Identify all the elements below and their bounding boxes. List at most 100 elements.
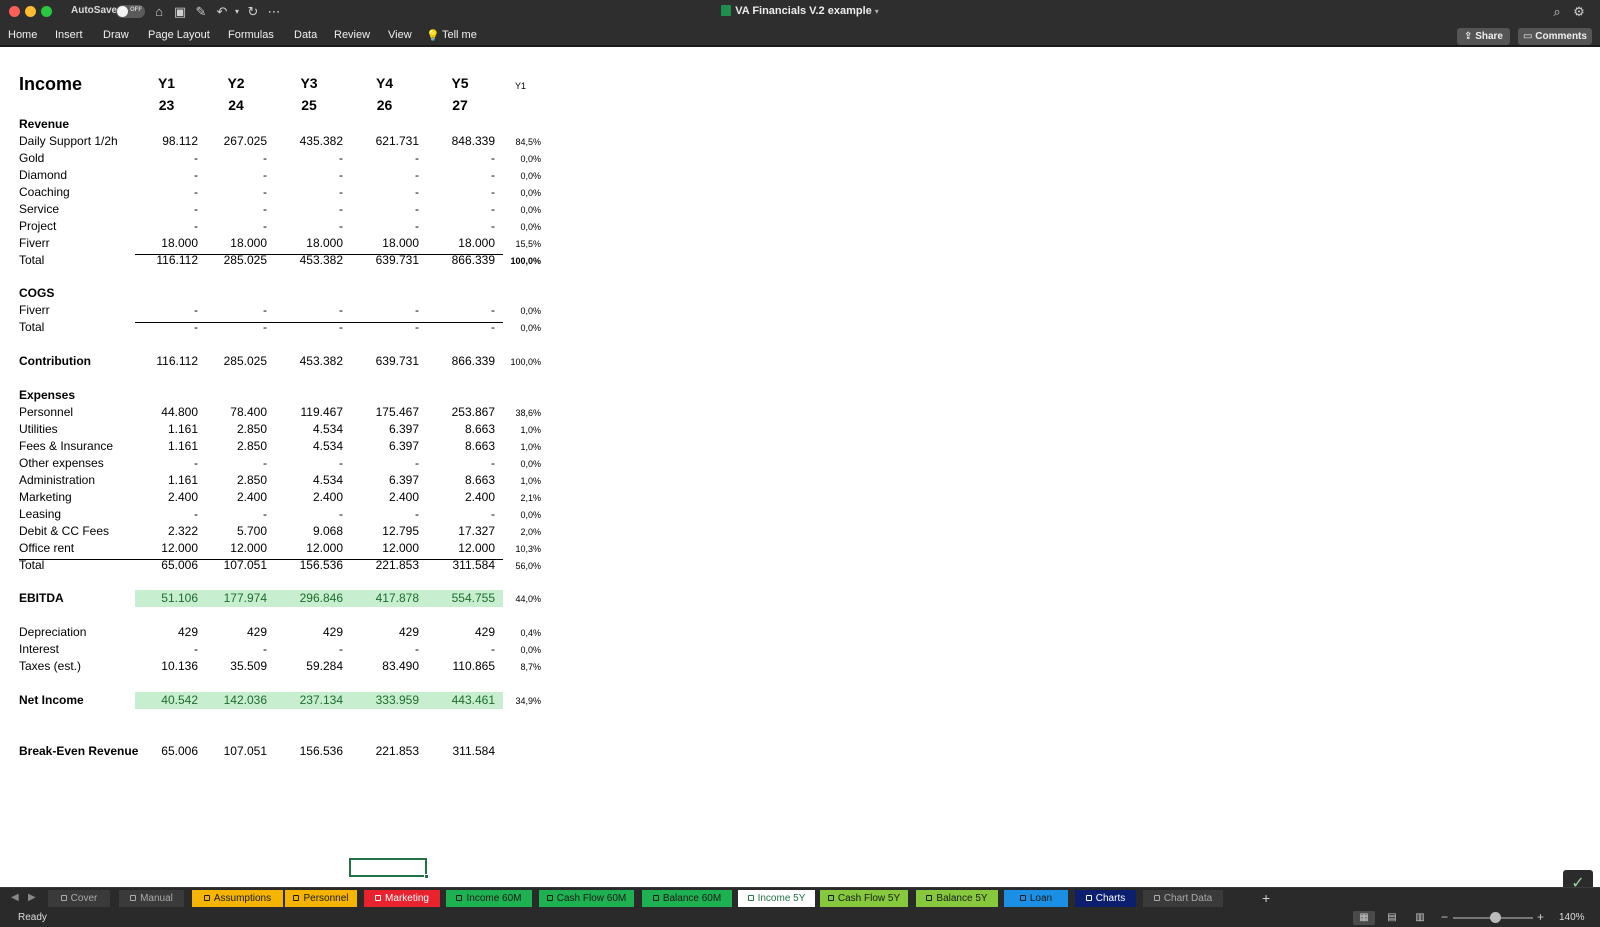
cell-value[interactable]: - <box>275 219 343 234</box>
cell-value[interactable]: - <box>275 642 343 657</box>
sheet-tab[interactable]: Cash Flow 5Y <box>820 890 908 907</box>
cell-value[interactable]: - <box>205 185 267 200</box>
cell-percent[interactable]: 100,0% <box>500 355 541 370</box>
cell-value[interactable]: 177.974 <box>205 591 267 606</box>
cell-value[interactable]: 119.467 <box>275 405 344 420</box>
cell-value[interactable]: 2.850 <box>205 439 267 454</box>
cell-percent[interactable]: 38,6% <box>500 406 541 421</box>
account-icon[interactable]: ⚙ <box>1571 3 1587 20</box>
cell-percent[interactable]: 15,5% <box>500 237 541 252</box>
cell-value[interactable]: 866.339 <box>425 253 495 268</box>
zoom-out-icon[interactable]: − <box>1441 910 1448 924</box>
cell-value[interactable]: - <box>135 151 198 166</box>
cell-value[interactable]: - <box>205 303 267 318</box>
selected-cell[interactable] <box>349 858 429 879</box>
page-break-view-icon[interactable]: ▥ <box>1409 911 1431 925</box>
cell-value[interactable]: 59.284 <box>275 659 343 674</box>
cell-value[interactable]: 311.584 <box>425 558 496 573</box>
cell-value[interactable]: 18.000 <box>425 236 495 251</box>
cell-value[interactable]: - <box>275 202 343 217</box>
menu-draw[interactable]: Draw <box>103 29 129 41</box>
cell-value[interactable]: - <box>135 219 198 234</box>
cell-value[interactable]: - <box>350 219 419 234</box>
cell-value[interactable]: - <box>135 456 198 471</box>
cell-value[interactable]: - <box>205 507 267 522</box>
cell-value[interactable]: 156.536 <box>275 744 343 759</box>
cell-value[interactable]: - <box>350 456 419 471</box>
cell-value[interactable]: - <box>350 151 419 166</box>
cell-value[interactable]: 435.382 <box>275 134 343 149</box>
cell-value[interactable]: - <box>275 320 343 335</box>
cell-value[interactable]: - <box>425 320 495 335</box>
tab-prev-icon[interactable]: ◀ <box>11 892 19 903</box>
cell-value[interactable]: 17.327 <box>425 524 495 539</box>
cell-value[interactable]: - <box>205 456 267 471</box>
cell-value[interactable]: 6.397 <box>350 473 419 488</box>
cell-value[interactable]: 554.755 <box>425 591 495 606</box>
sheet-tab[interactable]: Income 60M <box>446 890 532 907</box>
cell-percent[interactable]: 100,0% <box>500 254 541 269</box>
chevron-down-icon[interactable]: ▾ <box>875 7 879 16</box>
cell-value[interactable]: - <box>425 507 495 522</box>
cell-percent[interactable]: 0,0% <box>500 643 541 658</box>
cell-value[interactable]: 2.322 <box>135 524 198 539</box>
cell-percent[interactable]: 0,0% <box>500 203 541 218</box>
cell-value[interactable]: 8.663 <box>425 439 495 454</box>
cell-percent[interactable]: 0,0% <box>500 169 541 184</box>
cell-value[interactable]: - <box>135 642 198 657</box>
cell-value[interactable]: 866.339 <box>425 354 495 369</box>
cell-value[interactable]: - <box>205 320 267 335</box>
cell-percent[interactable]: 84,5% <box>500 135 541 150</box>
cell-value[interactable]: - <box>205 642 267 657</box>
cell-value[interactable]: 116.112 <box>135 354 198 369</box>
cell-value[interactable]: 2.400 <box>135 490 198 505</box>
menu-page-layout[interactable]: Page Layout <box>148 29 210 41</box>
menu-data[interactable]: Data <box>294 29 317 41</box>
cell-value[interactable]: - <box>205 202 267 217</box>
cell-value[interactable]: 621.731 <box>350 134 419 149</box>
sheet-tab[interactable]: Balance 5Y <box>916 890 998 907</box>
cell-percent[interactable]: 1,0% <box>500 423 541 438</box>
cell-value[interactable]: 285.025 <box>205 253 267 268</box>
cell-value[interactable]: 429 <box>425 625 495 640</box>
cell-value[interactable]: 311.584 <box>425 744 496 759</box>
cell-value[interactable]: 8.663 <box>425 422 495 437</box>
sheet-tab[interactable]: Cash Flow 60M <box>539 890 634 907</box>
normal-view-icon[interactable]: ▦ <box>1353 911 1375 925</box>
cell-value[interactable]: 40.542 <box>135 693 198 708</box>
cell-value[interactable]: 1.161 <box>135 422 198 437</box>
cell-value[interactable]: 12.000 <box>350 541 419 556</box>
cell-percent[interactable]: 2,1% <box>500 491 541 506</box>
cell-value[interactable]: 2.850 <box>205 422 267 437</box>
cell-value[interactable]: 35.509 <box>205 659 267 674</box>
cell-percent[interactable]: 0,4% <box>500 626 541 641</box>
worksheet-grid[interactable]: Income Y1 Y2 Y3 Y4 Y5 Y1 23 24 25 26 27 … <box>0 49 1600 887</box>
menu-tell-me[interactable]: Tell me <box>442 29 477 41</box>
menu-view[interactable]: View <box>388 29 412 41</box>
page-layout-view-icon[interactable]: ▤ <box>1381 911 1403 925</box>
cell-value[interactable]: 65.006 <box>135 744 198 759</box>
cell-value[interactable]: - <box>275 168 343 183</box>
sheet-tab[interactable]: Income 5Y <box>738 890 815 907</box>
cell-value[interactable]: 429 <box>350 625 419 640</box>
cell-value[interactable]: 12.000 <box>205 541 267 556</box>
sheet-tab[interactable]: Manual <box>119 890 184 907</box>
zoom-in-icon[interactable]: + <box>1537 910 1544 924</box>
cell-value[interactable]: 221.853 <box>350 558 419 573</box>
cell-value[interactable]: - <box>135 303 198 318</box>
zoom-level[interactable]: 140% <box>1559 912 1585 923</box>
cell-value[interactable]: - <box>425 151 495 166</box>
cell-value[interactable]: 2.400 <box>205 490 267 505</box>
cell-value[interactable]: 2.850 <box>205 473 267 488</box>
cell-value[interactable]: 417.878 <box>350 591 419 606</box>
cell-value[interactable]: 848.339 <box>425 134 495 149</box>
sheet-tab[interactable]: Charts <box>1075 890 1136 907</box>
cell-value[interactable]: 333.959 <box>350 693 419 708</box>
cell-value[interactable]: - <box>275 185 343 200</box>
sheet-tab[interactable]: Personnel <box>285 890 357 907</box>
comments-button[interactable]: ▭ Comments <box>1518 28 1592 45</box>
cell-value[interactable]: 6.397 <box>350 439 419 454</box>
cell-value[interactable]: - <box>425 168 495 183</box>
cell-value[interactable]: 4.534 <box>275 439 343 454</box>
cell-percent[interactable]: 0,0% <box>500 220 541 235</box>
